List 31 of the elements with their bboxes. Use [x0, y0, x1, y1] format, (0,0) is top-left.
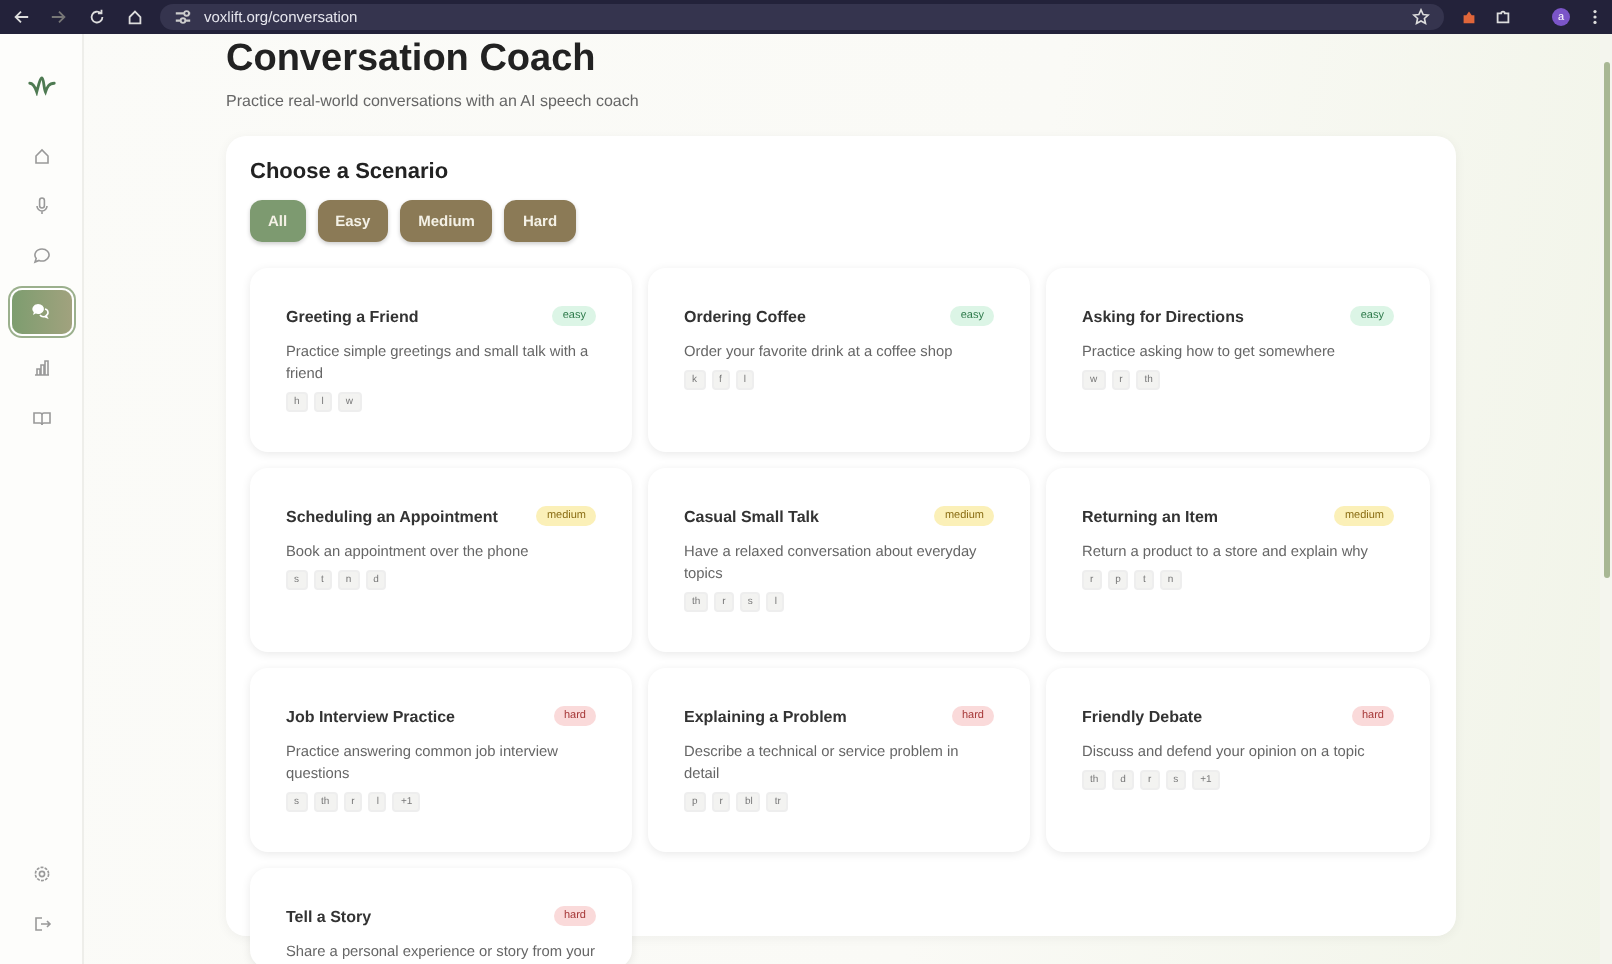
chat-bubbles-icon — [29, 300, 49, 320]
logout-icon — [31, 914, 51, 934]
settings-icon — [31, 864, 51, 884]
back-arrow-icon[interactable] — [12, 8, 30, 26]
scenario-title: Scheduling an Appointment — [286, 507, 498, 525]
bookmark-star-icon[interactable] — [1412, 8, 1430, 26]
chat-bubble-icon — [31, 246, 51, 266]
scenario-title: Casual Small Talk — [684, 507, 819, 525]
scenario-title: Asking for Directions — [1082, 307, 1244, 325]
scenario-title: Returning an Item — [1082, 507, 1219, 525]
bar-chart-icon — [31, 358, 51, 378]
scenario-title: Greeting a Friend — [286, 307, 419, 325]
reload-icon[interactable] — [88, 8, 106, 26]
section-heading: Choose a Scenario — [250, 160, 451, 184]
scenario-title: Friendly Debate — [1082, 707, 1203, 725]
microphone-icon — [31, 196, 51, 216]
forward-arrow-icon[interactable] — [50, 8, 68, 26]
scenario-title: Explaining a Problem — [684, 707, 847, 725]
sidebar-nav-button[interactable] — [11, 290, 71, 334]
logo-icon[interactable] — [27, 74, 55, 96]
scenario-title: Job Interview Practice — [286, 707, 455, 725]
extension-icon[interactable] — [1460, 8, 1478, 26]
page-subtitle: Practice real-world conversations with an AI speech coach — [226, 92, 641, 110]
book-icon — [31, 408, 51, 428]
scenario-title: Ordering Coffee — [684, 307, 806, 325]
site-info-icon[interactable] — [174, 8, 192, 26]
home-icon — [31, 146, 51, 166]
home-icon[interactable] — [126, 8, 144, 26]
page-title: Conversation Coach — [226, 38, 598, 82]
scrollbar-thumb[interactable] — [1603, 62, 1609, 578]
scenario-title: Tell a Story — [286, 907, 372, 925]
